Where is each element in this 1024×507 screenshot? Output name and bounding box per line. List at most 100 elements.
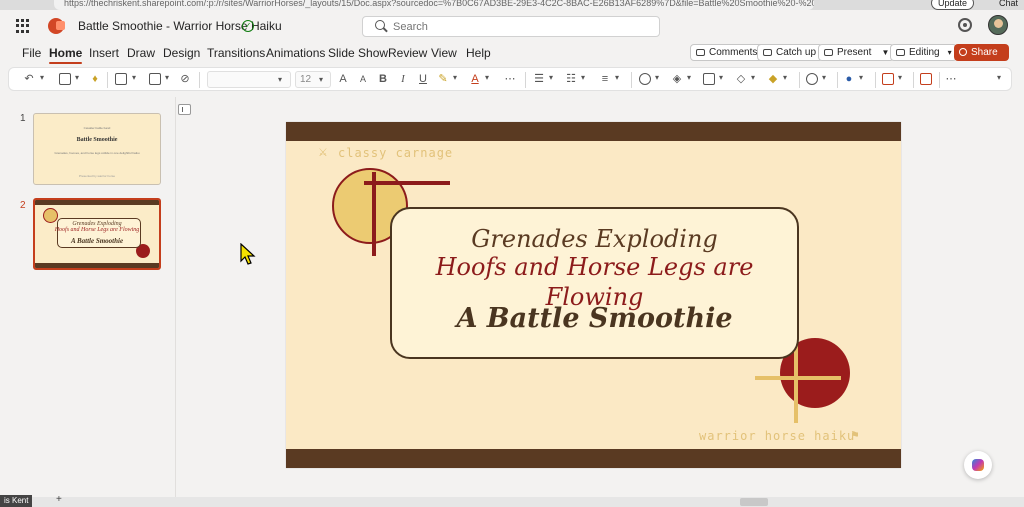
more-font-options-icon[interactable]: ⋯ [504, 73, 516, 85]
red-horizontal-bar[interactable] [364, 181, 450, 185]
undo-icon[interactable]: ↶ [23, 73, 35, 85]
slide-thumbnail-2[interactable]: Grenades Exploding Hoofs and Horse Legs … [33, 198, 161, 270]
find-chevron-down-icon[interactable]: ▾ [822, 74, 830, 82]
bold-icon[interactable]: B [377, 73, 389, 85]
dictate-microphone-icon[interactable]: ● [843, 73, 855, 85]
shape-fill-chevron-down-icon[interactable]: ▾ [687, 74, 695, 82]
tab-file[interactable]: File [22, 46, 41, 60]
new-slide-icon[interactable] [115, 73, 127, 85]
catch-up-icon [763, 49, 772, 56]
present-button[interactable]: Present ▼ [818, 44, 895, 61]
horizontal-scrollbar[interactable] [740, 498, 768, 506]
saved-status-icon[interactable]: ✓ [242, 20, 254, 32]
align-icon[interactable]: ≡ [599, 73, 611, 85]
catch-up-label: Catch up [776, 47, 817, 58]
author-badge[interactable]: is Kent [0, 495, 33, 507]
search-box[interactable] [362, 16, 660, 37]
font-size-dropdown[interactable]: 12 ▾ [295, 71, 331, 88]
tab-review[interactable]: Review [388, 46, 427, 60]
divider [631, 72, 632, 88]
layout-chevron-down-icon[interactable]: ▾ [165, 74, 173, 82]
tab-animations[interactable]: Animations [266, 46, 325, 60]
dictate-chevron-down-icon[interactable]: ▾ [859, 74, 867, 82]
find-icon[interactable] [806, 73, 818, 85]
tab-help[interactable]: Help [466, 46, 491, 60]
toggle-thumbnails-icon[interactable] [178, 104, 191, 115]
align-chevron-down-icon[interactable]: ▾ [615, 74, 623, 82]
mouse-cursor-icon [240, 243, 256, 265]
haiku-text-box[interactable]: Grenades Exploding Hoofs and Horse Legs … [390, 207, 799, 359]
divider [799, 72, 800, 88]
designer-chevron-down-icon[interactable]: ▾ [898, 74, 906, 82]
slide-thumbnail-panel: 1 Cavalier battle band Battle Smoothie G… [0, 97, 176, 497]
font-color-icon[interactable]: A [469, 73, 481, 85]
browser-url[interactable]: https://thechriskent.sharepoint.com/:p:/… [54, 0, 814, 10]
hide-slide-icon[interactable]: ⊘ [179, 73, 191, 85]
tab-view[interactable]: View [431, 46, 457, 60]
share-button[interactable]: Share [954, 44, 1009, 61]
decrease-font-icon[interactable]: A [357, 73, 369, 85]
highlight-chevron-down-icon[interactable]: ▾ [453, 74, 461, 82]
font-color-chevron-down-icon[interactable]: ▾ [485, 74, 493, 82]
bullets-chevron-down-icon[interactable]: ▾ [549, 74, 557, 82]
powerpoint-logo-icon[interactable] [48, 18, 65, 34]
comments-button[interactable]: Comments [690, 44, 765, 61]
tab-transitions[interactable]: Transitions [207, 46, 265, 60]
numbering-icon[interactable]: ☷ [565, 73, 577, 85]
new-slide-chevron-down-icon[interactable]: ▾ [132, 74, 140, 82]
add-in-icon[interactable] [920, 73, 932, 85]
layout-icon[interactable] [149, 73, 161, 85]
shapes-icon[interactable] [639, 73, 651, 85]
editing-mode-button[interactable]: Editing ▾ [890, 44, 957, 61]
settings-gear-icon[interactable] [958, 18, 972, 32]
quick-styles-chevron-down-icon[interactable]: ▾ [783, 74, 791, 82]
shapes-chevron-down-icon[interactable]: ▾ [655, 74, 663, 82]
picture-chevron-down-icon[interactable]: ▾ [719, 74, 727, 82]
user-avatar[interactable] [988, 15, 1008, 35]
shape-fill-icon[interactable]: ◈ [671, 73, 683, 85]
quick-styles-icon[interactable]: ◆ [767, 73, 779, 85]
tab-slide-show[interactable]: Slide Show [328, 46, 388, 60]
tab-design[interactable]: Design [163, 46, 200, 60]
slide-2[interactable]: ⚔ classy carnage warrior horse haiku ⚑ G… [286, 122, 901, 468]
picture-icon[interactable] [703, 73, 715, 85]
increase-font-icon[interactable]: A [337, 73, 349, 85]
ribbon-tabs: File Home Insert Draw Design Transitions… [0, 42, 1024, 64]
undo-chevron-down-icon[interactable]: ▾ [40, 74, 48, 82]
tab-draw[interactable]: Draw [127, 46, 155, 60]
font-family-dropdown[interactable]: ▾ [207, 71, 291, 88]
red-vertical-bar[interactable] [372, 172, 376, 256]
bullets-icon[interactable]: ☰ [533, 73, 545, 85]
search-input[interactable] [393, 19, 643, 35]
format-painter-icon[interactable]: ♦ [89, 73, 101, 85]
tab-home[interactable]: Home [49, 46, 83, 64]
italic-icon[interactable]: I [397, 73, 409, 85]
underline-icon[interactable]: U [417, 73, 429, 85]
divider [107, 72, 108, 88]
slide-thumbnail-1[interactable]: Cavalier battle band Battle Smoothie Gre… [33, 113, 161, 185]
browser-update-button[interactable]: Update [930, 0, 974, 10]
slide-tag-bottom[interactable]: warrior horse haiku [699, 429, 855, 443]
designer-icon[interactable] [882, 73, 894, 85]
present-label: Present [837, 47, 872, 58]
add-icon[interactable]: + [56, 494, 62, 505]
copilot-icon[interactable] [964, 451, 992, 479]
arrange-chevron-down-icon[interactable]: ▾ [751, 74, 759, 82]
app-launcher-icon[interactable] [16, 19, 30, 33]
share-label: Share [971, 47, 998, 58]
thumbnail-top-band [35, 200, 159, 205]
arrange-icon[interactable]: ◇ [735, 73, 747, 85]
slide-tag-top[interactable]: classy carnage [338, 146, 453, 160]
collapse-ribbon-chevron-down-icon[interactable]: ▾ [997, 74, 1005, 82]
gold-horizontal-bar[interactable] [755, 376, 841, 380]
highlight-icon[interactable]: ✎ [437, 73, 449, 85]
numbering-chevron-down-icon[interactable]: ▾ [581, 74, 589, 82]
tab-insert[interactable]: Insert [89, 46, 119, 60]
thumbnail-body: Grenades, hooves, and horse legs collide… [54, 151, 140, 155]
more-options-icon[interactable]: ⋯ [945, 73, 957, 85]
catch-up-button[interactable]: Catch up [757, 44, 824, 61]
paste-icon[interactable] [59, 73, 71, 85]
browser-chat-button[interactable]: Chat [999, 0, 1018, 9]
present-chevron-down-icon[interactable]: ▼ [882, 45, 890, 60]
paste-chevron-down-icon[interactable]: ▾ [75, 74, 83, 82]
